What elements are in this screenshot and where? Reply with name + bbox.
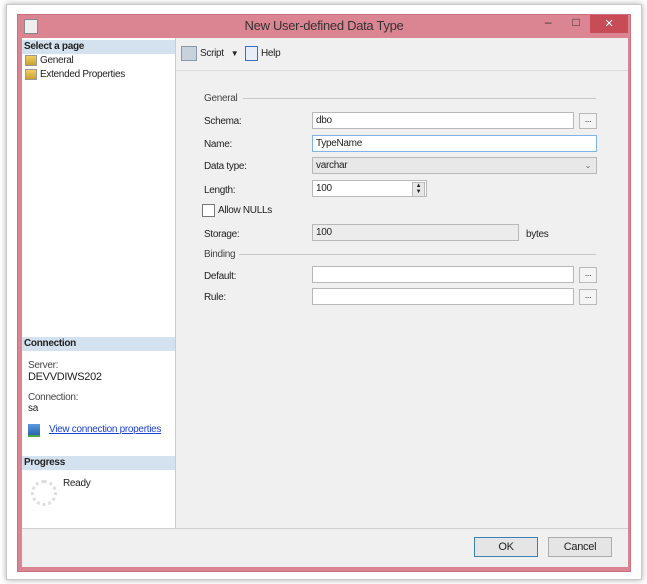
ok-button[interactable]: OK — [474, 537, 538, 557]
script-button[interactable]: Script ▼ — [181, 46, 239, 61]
spin-arrows-icon[interactable]: ▲ ▼ — [412, 182, 425, 197]
schema-label: Schema: — [204, 116, 242, 127]
server-value: DEVVDIWS202 — [28, 371, 102, 383]
script-icon — [181, 46, 197, 61]
page-icon — [25, 69, 37, 80]
server-label: Server: — [28, 360, 59, 371]
help-button[interactable]: Help — [245, 46, 281, 61]
script-label: Script — [200, 48, 224, 59]
rule-input[interactable] — [312, 288, 574, 305]
chevron-down-icon[interactable]: ▼ — [231, 49, 239, 58]
name-label: Name: — [204, 139, 232, 150]
datatype-value: varchar — [316, 160, 348, 171]
progress-header: Progress — [22, 456, 175, 470]
minimize-button[interactable]: – — [540, 15, 556, 31]
page-extended-properties[interactable]: Extended Properties — [25, 69, 125, 80]
close-button[interactable]: ✕ — [590, 15, 628, 33]
allow-nulls-checkbox[interactable] — [202, 204, 215, 217]
binding-divider — [239, 254, 596, 255]
connection-header: Connection — [22, 337, 175, 351]
page-label: Extended Properties — [40, 69, 125, 80]
connection-properties-icon — [28, 424, 40, 437]
maximize-button[interactable]: □ — [568, 15, 584, 31]
connection-value: sa — [28, 403, 38, 414]
help-icon — [245, 46, 258, 61]
cancel-button[interactable]: Cancel — [548, 537, 612, 557]
allow-nulls-label: Allow NULLs — [218, 205, 272, 216]
schema-browse-button[interactable]: ... — [579, 113, 597, 129]
page-icon — [25, 55, 37, 66]
main-panel: Script ▼ Help General Schema: dbo ... Na… — [176, 38, 628, 528]
name-input[interactable]: TypeName — [312, 135, 597, 152]
page-general[interactable]: General — [25, 55, 74, 66]
datatype-select[interactable]: varchar ⌄ — [312, 157, 597, 174]
general-divider — [243, 98, 596, 99]
schema-input[interactable]: dbo — [312, 112, 574, 129]
default-input[interactable] — [312, 266, 574, 283]
button-bar: OK Cancel — [22, 528, 628, 567]
progress-spinner-icon — [31, 480, 57, 506]
view-connection-properties-link[interactable]: View connection properties — [49, 424, 161, 435]
rule-browse-button[interactable]: ... — [579, 289, 597, 305]
general-section-label: General — [204, 93, 238, 104]
length-stepper[interactable]: 100 ▲ ▼ — [312, 180, 427, 197]
length-value: 100 — [316, 183, 332, 194]
select-page-header: Select a page — [22, 40, 175, 54]
length-label: Length: — [204, 185, 236, 196]
connection-label: Connection: — [28, 392, 79, 403]
default-browse-button[interactable]: ... — [579, 267, 597, 283]
window-title: New User-defined Data Type — [244, 18, 404, 33]
toolbar — [176, 38, 628, 71]
help-label: Help — [261, 48, 281, 59]
sidebar: Select a page General Extended Propertie… — [22, 38, 176, 528]
rule-label: Rule: — [204, 292, 226, 303]
page-label: General — [40, 55, 74, 66]
default-label: Default: — [204, 271, 237, 282]
storage-label: Storage: — [204, 229, 240, 240]
binding-section-label: Binding — [204, 249, 236, 260]
storage-unit: bytes — [526, 229, 549, 240]
chevron-down-icon: ⌄ — [584, 161, 592, 170]
storage-value: 100 — [312, 224, 519, 241]
progress-status: Ready — [63, 478, 91, 489]
datatype-label: Data type: — [204, 161, 247, 172]
